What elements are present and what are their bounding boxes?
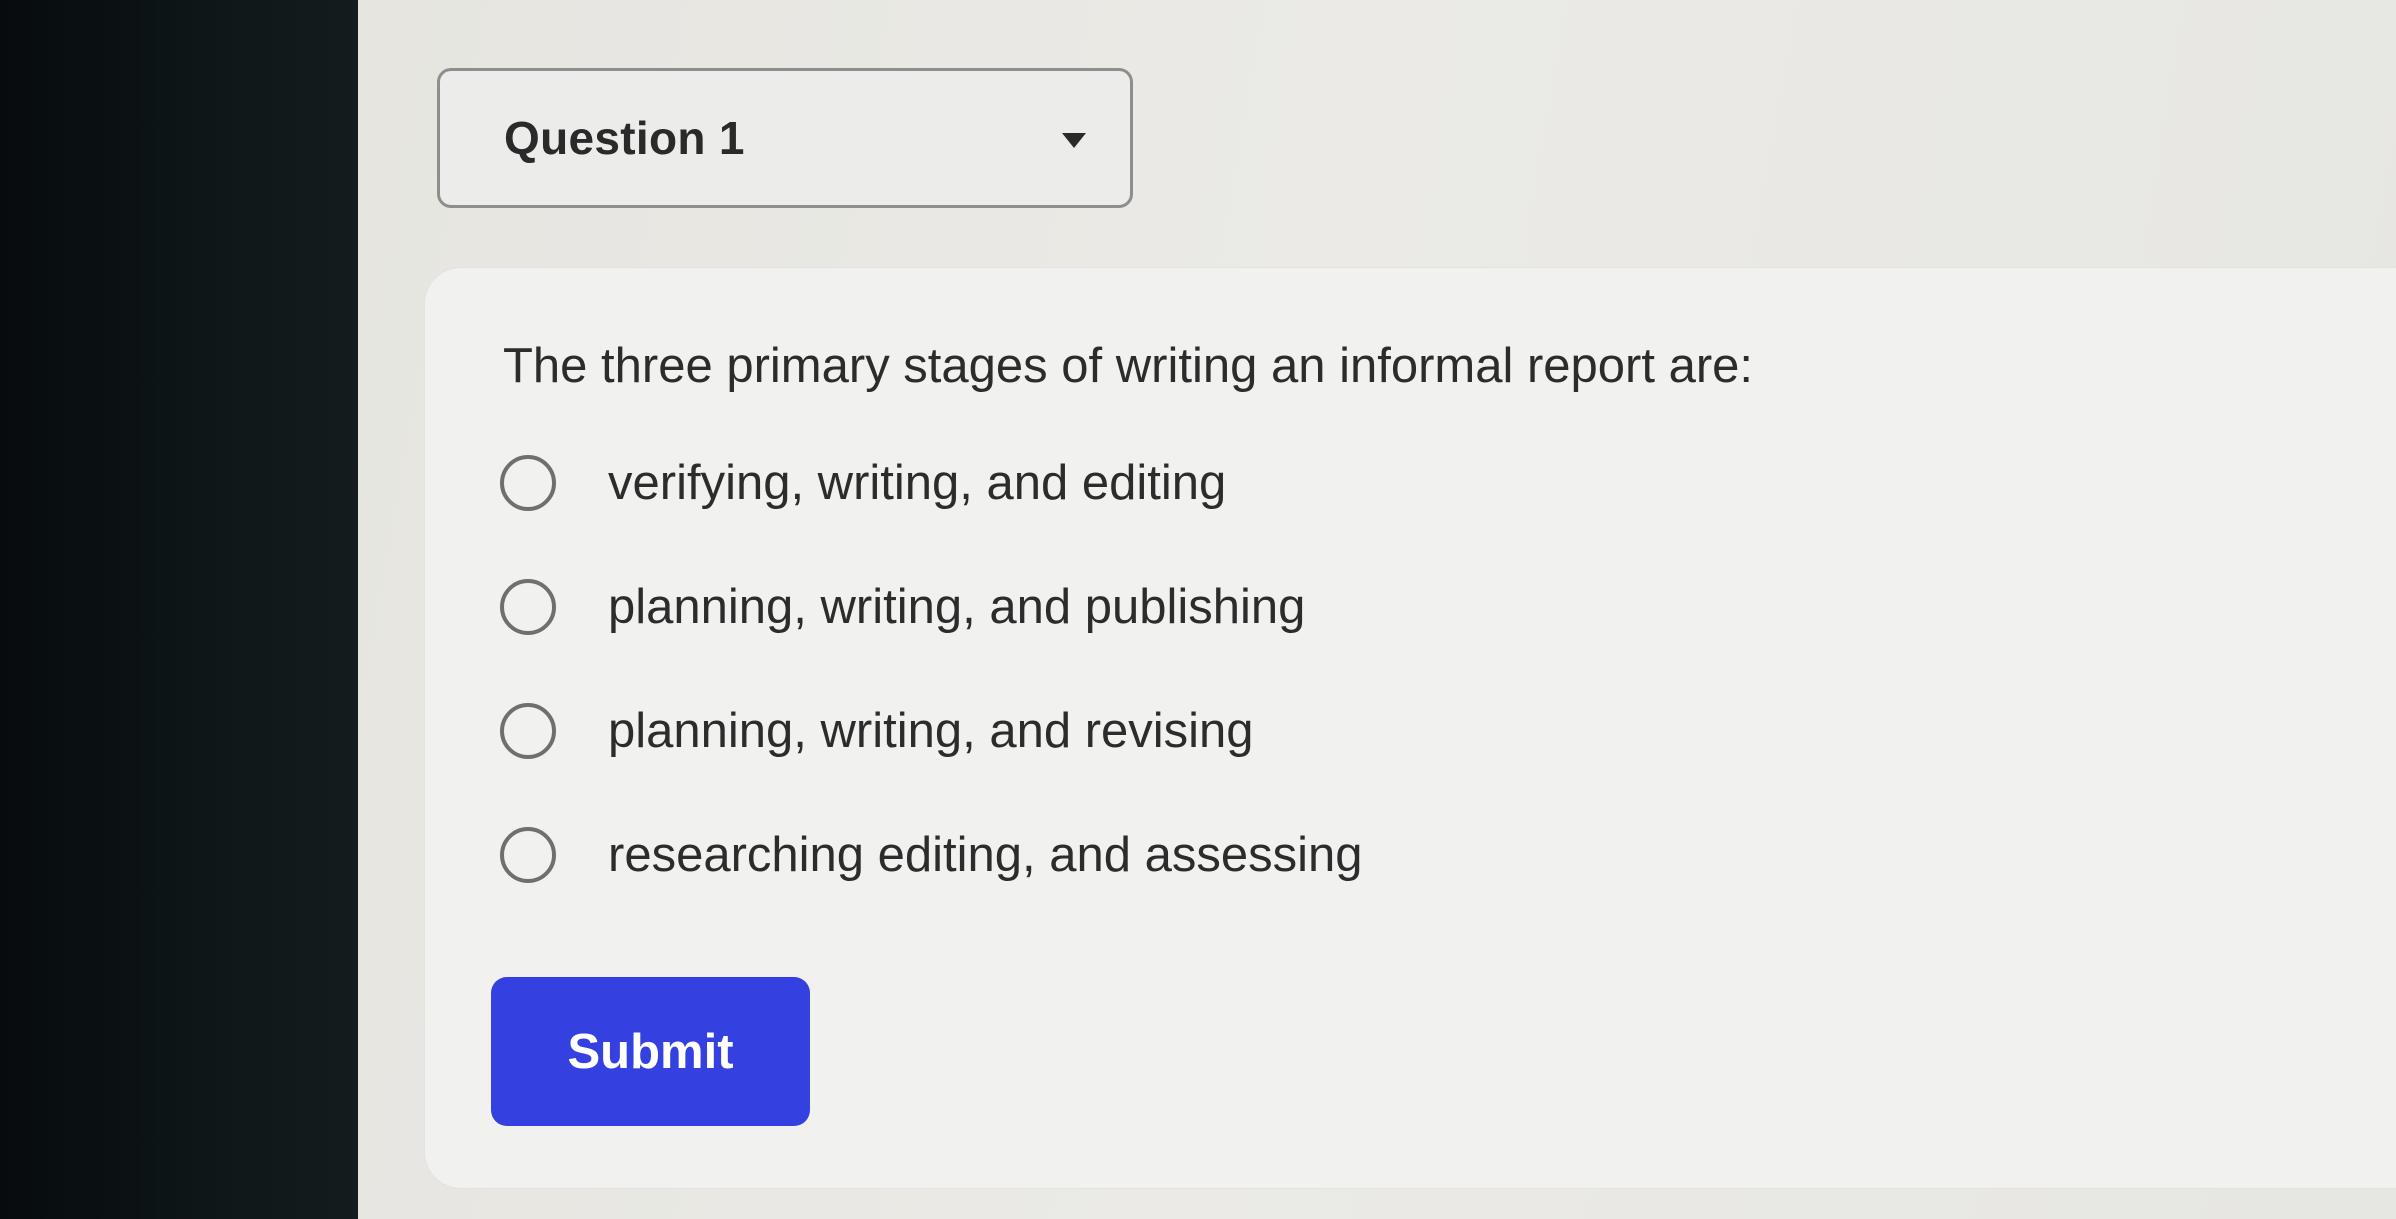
radio-button[interactable]: [500, 827, 556, 883]
answer-option-2[interactable]: planning, writing, and publishing: [500, 572, 1305, 642]
question-selector-dropdown[interactable]: Question 1: [437, 68, 1133, 208]
question-selector-label: Question 1: [504, 112, 745, 164]
answer-option-4[interactable]: researching editing, and assessing: [500, 820, 1363, 890]
answer-option-label: planning, writing, and publishing: [608, 580, 1306, 634]
question-prompt: The three primary stages of writing an i…: [503, 339, 1754, 393]
screen-bezel: [0, 0, 370, 1219]
radio-button[interactable]: [500, 579, 556, 635]
caret-down-icon: [1062, 133, 1086, 148]
answer-option-1[interactable]: verifying, writing, and editing: [500, 448, 1226, 518]
radio-button[interactable]: [500, 703, 556, 759]
answer-option-label: planning, writing, and revising: [608, 704, 1254, 758]
submit-button[interactable]: Submit: [491, 977, 810, 1126]
radio-button[interactable]: [500, 455, 556, 511]
answer-option-label: verifying, writing, and editing: [608, 456, 1227, 510]
answer-option-3[interactable]: planning, writing, and revising: [500, 696, 1254, 766]
answer-option-label: researching editing, and assessing: [608, 828, 1363, 882]
